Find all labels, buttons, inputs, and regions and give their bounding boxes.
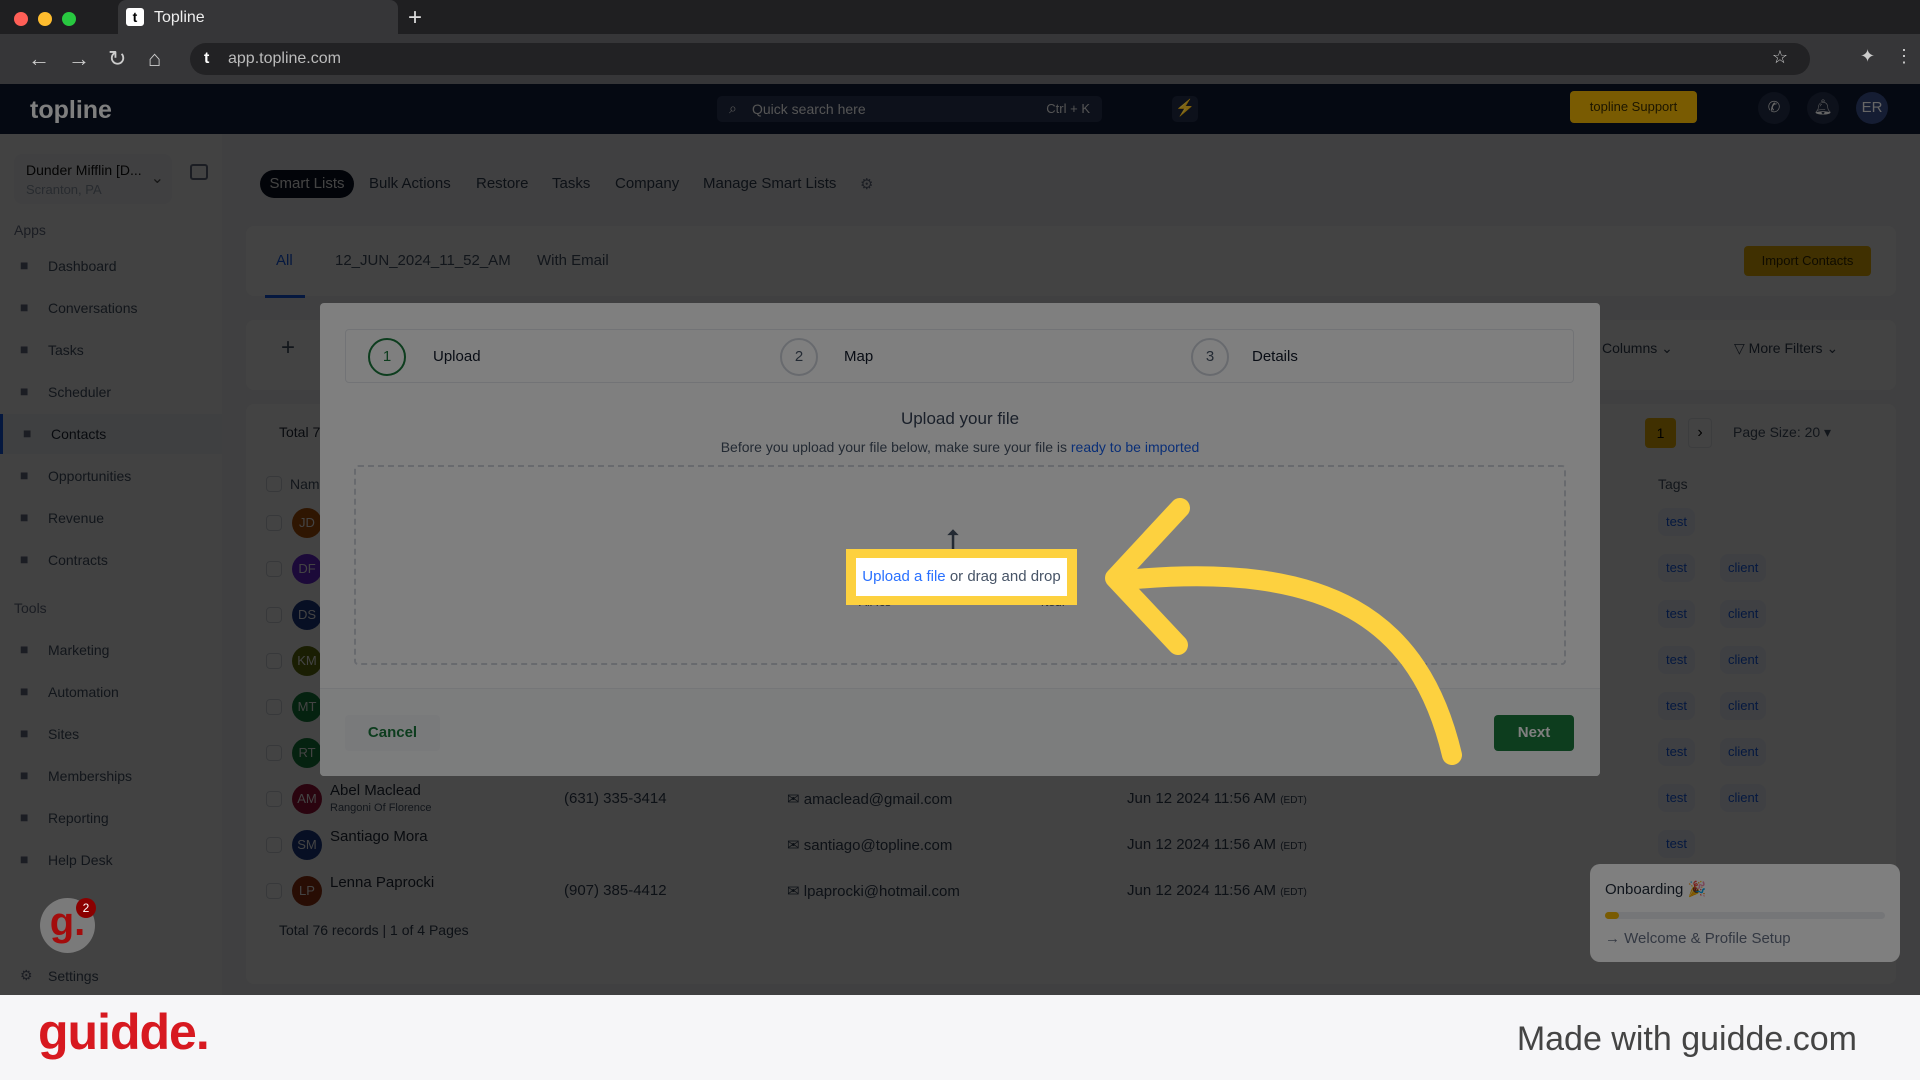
- guidde-logo: guidde.: [38, 1004, 210, 1060]
- arrow-shaft: [1115, 566, 1462, 765]
- guidde-badge: 2: [76, 898, 96, 918]
- made-with-guidde: Made with guidde.com: [1516, 1020, 1857, 1058]
- pointer-arrow-icon: [1105, 498, 1462, 765]
- guidde-footer: guidde. Made with guidde.com: [0, 995, 1920, 1080]
